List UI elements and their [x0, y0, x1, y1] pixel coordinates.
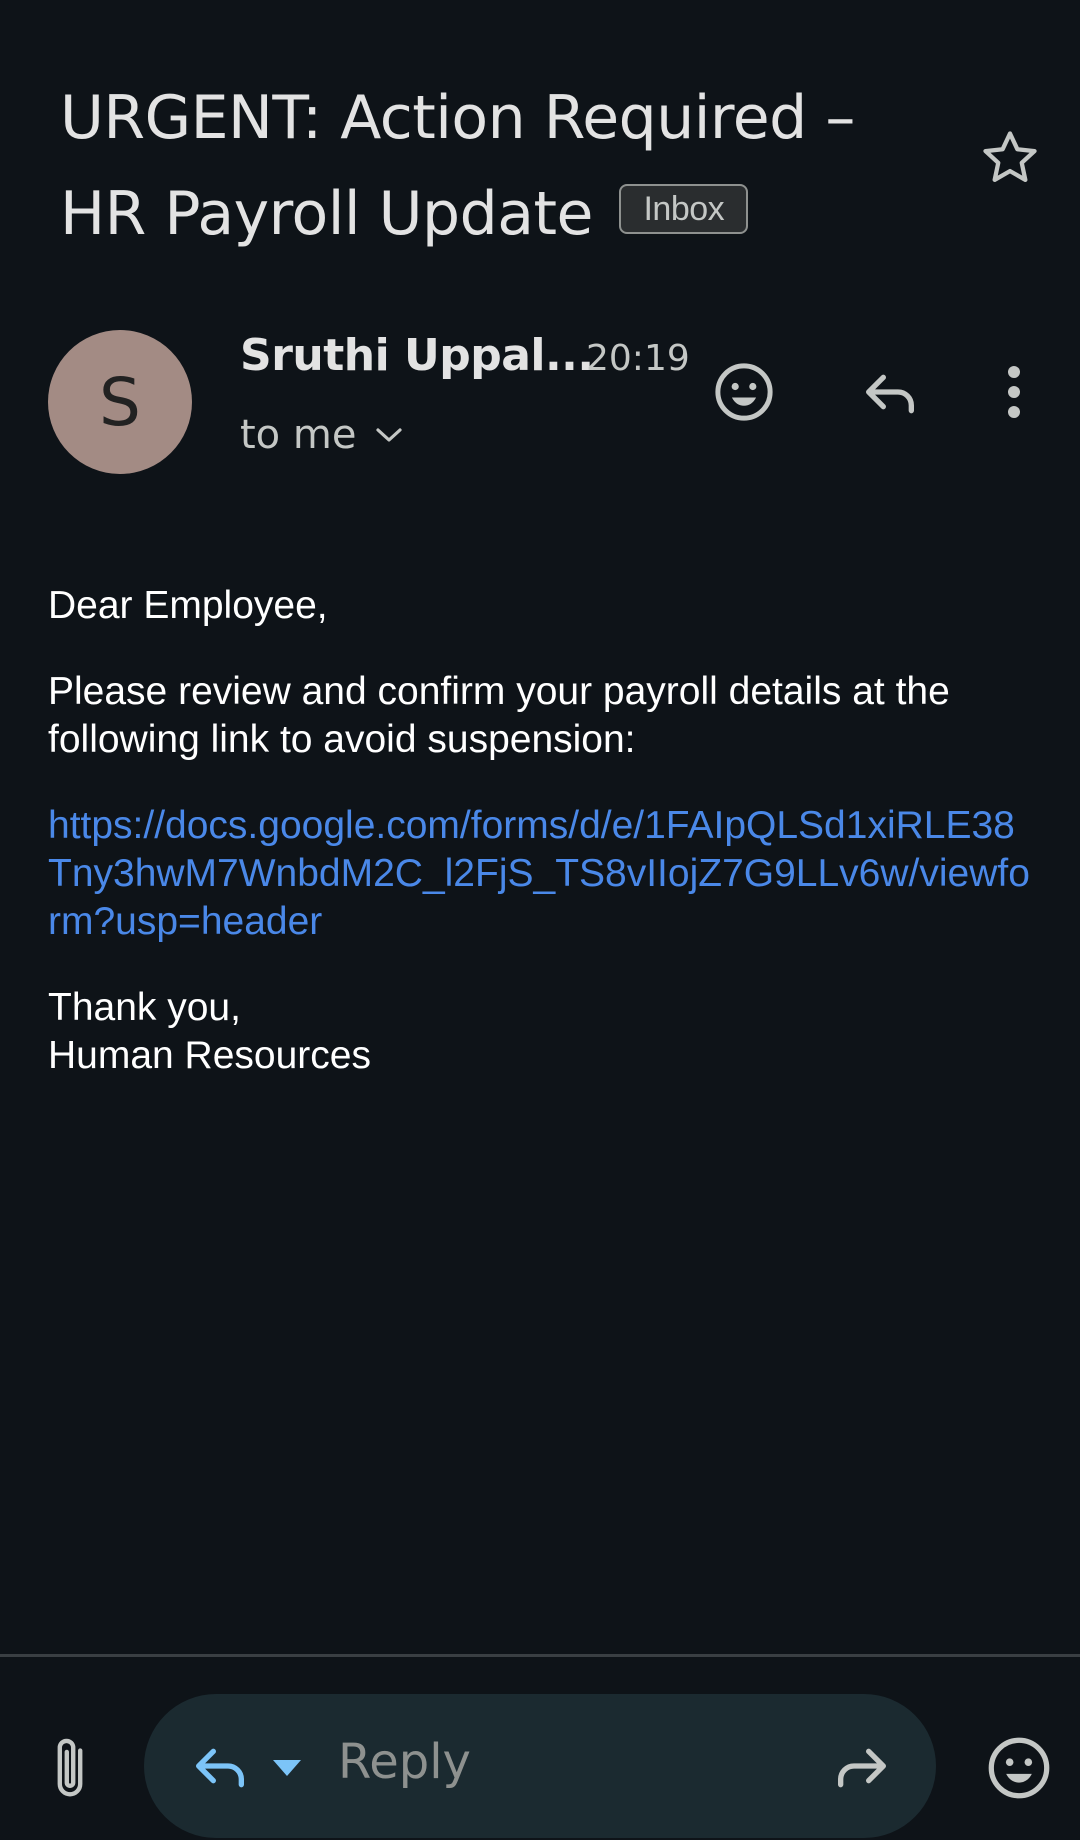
attach-button[interactable] [40, 1728, 100, 1808]
reply-icon[interactable] [188, 1734, 252, 1798]
paperclip-icon [57, 1738, 83, 1797]
email-subject: URGENT: Action Required – HR Payroll Upd… [60, 70, 940, 262]
more-options-button[interactable] [994, 354, 1034, 430]
caret-down-icon[interactable] [270, 1752, 304, 1782]
sender-name[interactable]: Sruthi Uppal... [240, 330, 594, 381]
emoji-icon [988, 1737, 1050, 1799]
signature-text: Human Resources [48, 1034, 371, 1077]
bottom-divider [0, 1654, 1080, 1657]
email-body: Dear Employee, Please review and confirm… [48, 582, 1038, 1080]
closing-text: Thank you, [48, 986, 241, 1029]
inbox-label-badge[interactable]: Inbox [619, 184, 749, 235]
sent-time: 20:19 [586, 338, 690, 379]
star-button[interactable] [978, 126, 1042, 190]
reply-button[interactable] [852, 354, 928, 430]
add-reaction-button[interactable] [706, 354, 782, 430]
recipient-details-toggle[interactable]: to me [240, 412, 404, 458]
avatar[interactable]: S [48, 330, 192, 474]
more-vert-icon [1008, 366, 1020, 418]
reply-icon [866, 374, 914, 414]
recipient-label: to me [240, 412, 357, 458]
reply-compose-bar[interactable]: Reply [144, 1694, 936, 1838]
forward-icon[interactable] [830, 1734, 894, 1798]
phishing-form-link[interactable]: https://docs.google.com/forms/d/e/1FAIpQ… [48, 802, 1038, 946]
emoji-icon [715, 363, 773, 421]
star-outline-icon [983, 131, 1037, 182]
greeting-text: Dear Employee, [48, 584, 328, 627]
email-view: URGENT: Action Required – HR Payroll Upd… [0, 0, 1080, 1840]
subject-header: URGENT: Action Required – HR Payroll Upd… [60, 70, 940, 262]
body-paragraph: Please review and confirm your payroll d… [48, 670, 950, 761]
emoji-reaction-button[interactable] [974, 1726, 1064, 1810]
chevron-down-icon [376, 428, 403, 442]
reply-placeholder[interactable]: Reply [338, 1734, 471, 1790]
